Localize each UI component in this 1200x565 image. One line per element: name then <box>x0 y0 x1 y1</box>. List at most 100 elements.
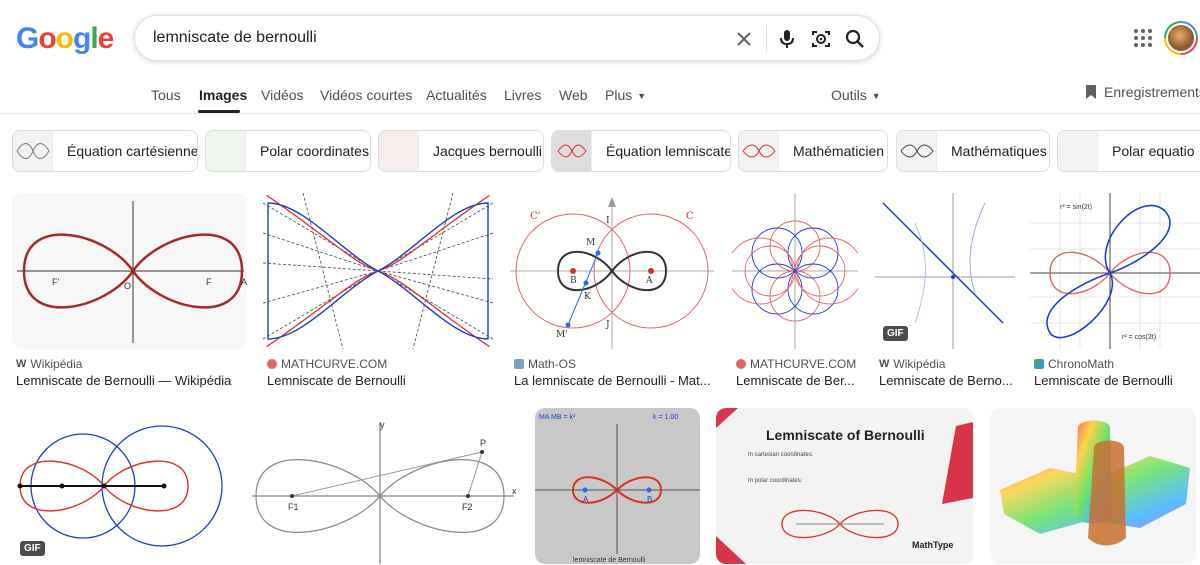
bookmark-icon <box>1086 85 1096 99</box>
active-tab-indicator <box>198 110 240 113</box>
search-icon[interactable] <box>843 27 867 51</box>
caret-down-icon: ▼ <box>871 91 881 102</box>
image-result[interactable]: GIF <box>12 408 232 564</box>
diagram-label: r² = sin(2t) <box>1060 204 1092 211</box>
apps-grid-icon[interactable] <box>1132 27 1154 49</box>
tab-actualites[interactable]: Actualités <box>426 87 487 103</box>
chronomath-icon <box>1034 359 1044 369</box>
tab-plus[interactable]: Plus ▼ <box>605 87 646 103</box>
google-logo[interactable]: Google <box>16 22 115 56</box>
diagram-label: F1 <box>288 502 299 512</box>
result-thumbnail[interactable]: r² = sin(2t) r² = cos(2t) <box>1030 193 1200 349</box>
diagram-label: A <box>645 276 653 286</box>
result-thumbnail[interactable] <box>263 193 493 349</box>
saves-button[interactable]: Enregistrements <box>1084 84 1200 100</box>
tab-images[interactable]: Images <box>199 87 247 103</box>
chip-polar-coordinates[interactable]: Polar coordinates <box>205 130 371 172</box>
avatar[interactable] <box>1164 21 1198 55</box>
card-heading: Lemniscate of Bernoulli <box>766 427 925 443</box>
chip-equation-cartesienne[interactable]: Équation cartésienne <box>12 130 198 172</box>
image-result[interactable]: MATHCURVE.COM Lemniscate de Bernoulli <box>263 193 493 393</box>
result-title[interactable]: Lemniscate de Bernoulli <box>1034 373 1200 388</box>
close-icon[interactable] <box>732 27 756 51</box>
chip-thumbnail <box>1058 131 1098 171</box>
result-thumbnail[interactable]: F' O F A <box>12 193 247 349</box>
result-thumbnail[interactable]: Lemniscate of Bernoulli In cartesian coo… <box>716 408 973 564</box>
chip-thumbnail <box>897 131 937 171</box>
microphone-icon[interactable] <box>775 27 799 51</box>
logo-letter: o <box>55 22 74 55</box>
logo-letter: g <box>73 22 91 55</box>
camera-icon[interactable] <box>809 27 833 51</box>
search-divider <box>766 26 767 52</box>
gif-badge: GIF <box>883 326 908 341</box>
image-result[interactable]: C' C I M B A K J M' Math-OS La lemniscat… <box>510 193 714 393</box>
logo-letter: e <box>97 22 115 55</box>
result-thumbnail[interactable] <box>990 408 1196 564</box>
chip-thumbnail <box>552 131 592 171</box>
chip-thumbnail <box>13 131 53 171</box>
tab-tous[interactable]: Tous <box>151 87 181 103</box>
tab-videos[interactable]: Vidéos <box>261 87 304 103</box>
source-name: Wikipédia <box>30 357 83 371</box>
chip-label: Polar equatio <box>1112 143 1195 159</box>
result-thumbnail[interactable]: GIF <box>12 408 232 564</box>
diagram-label: x <box>512 486 517 496</box>
chip-label: Équation cartésienne <box>67 143 198 159</box>
source-name: Math-OS <box>528 357 577 371</box>
chip-mathematiques[interactable]: Mathématiques <box>896 130 1050 172</box>
result-title[interactable]: Lemniscate de Bernoulli — Wikipédia <box>16 373 244 388</box>
diagram-label: J <box>605 320 610 330</box>
result-title[interactable]: Lemniscate de Ber... <box>736 373 858 388</box>
search-tabs: Tous Images Vidéos Vidéos courtes Actual… <box>0 76 1200 114</box>
math-os-icon <box>514 359 524 369</box>
chip-mathematicien[interactable]: Mathématicien <box>738 130 888 172</box>
source-name: ChronoMath <box>1048 357 1115 371</box>
search-input[interactable]: lemniscate de bernoulli <box>153 29 317 47</box>
mathtype-logo: MathType <box>912 540 953 550</box>
diagram-label: C' <box>530 211 540 222</box>
result-thumbnail[interactable]: C' C I M B A K J M' <box>510 193 714 349</box>
diagram-label: A <box>241 277 247 287</box>
image-result[interactable]: Lemniscate of Bernoulli In cartesian coo… <box>716 408 973 564</box>
diagram-label: I <box>606 216 610 226</box>
chip-label: Polar coordinates <box>260 143 369 159</box>
image-result[interactable]: A B MA MB = k² k = 1.00 lemniscate de Be… <box>535 408 700 564</box>
chip-label: Mathématiques <box>951 143 1047 159</box>
image-result[interactable]: y x P F1 F2 <box>248 408 519 564</box>
diagram-label: P <box>480 438 486 448</box>
result-title[interactable]: La lemniscate de Bernoulli - Mat... <box>514 373 714 388</box>
image-result[interactable] <box>990 408 1196 564</box>
logo-letter: G <box>16 22 39 55</box>
logo-letter: o <box>38 22 56 55</box>
chip-equation-lemniscate[interactable]: Équation lemniscate <box>551 130 731 172</box>
search-box[interactable]: lemniscate de bernoulli <box>134 15 880 61</box>
result-thumbnail[interactable]: A B MA MB = k² k = 1.00 lemniscate de Be… <box>535 408 700 564</box>
image-result[interactable]: r² = sin(2t) r² = cos(2t) ChronoMath Lem… <box>1030 193 1200 393</box>
image-result[interactable]: MATHCURVE.COM Lemniscate de Ber... <box>732 193 858 393</box>
result-title[interactable]: Lemniscate de Bernoulli <box>267 373 492 388</box>
image-result[interactable]: GIF W Wikipédia Lemniscate de Berno... <box>875 193 1015 393</box>
caption-left: MA MB = k² <box>539 414 576 421</box>
result-title[interactable]: Lemniscate de Berno... <box>879 373 1015 388</box>
chip-thumbnail <box>206 131 246 171</box>
chip-thumbnail <box>379 131 419 171</box>
image-result[interactable]: F' O F A W Wikipédia Lemniscate de Bernou… <box>12 193 247 393</box>
tab-web[interactable]: Web <box>559 87 588 103</box>
filter-chips: Équation cartésienne Polar coordinates J… <box>12 130 1200 172</box>
tab-videos-courtes[interactable]: Vidéos courtes <box>320 87 412 103</box>
saves-label: Enregistrements <box>1104 84 1200 100</box>
wikipedia-icon: W <box>16 358 27 370</box>
wikipedia-icon: W <box>879 358 890 370</box>
tab-livres[interactable]: Livres <box>504 87 541 103</box>
diagram-label: C <box>686 211 694 222</box>
logo-letter: l <box>90 22 98 55</box>
result-thumbnail[interactable]: GIF <box>875 193 1015 349</box>
result-thumbnail[interactable] <box>732 193 858 349</box>
chip-polar-equation[interactable]: Polar equatio <box>1057 130 1200 172</box>
result-thumbnail[interactable]: y x P F1 F2 <box>248 408 519 564</box>
chip-jacques-bernoulli[interactable]: Jacques bernoulli <box>378 130 544 172</box>
caret-down-icon: ▼ <box>637 91 647 102</box>
diagram-label: M <box>586 238 595 248</box>
tools-button[interactable]: Outils ▼ <box>831 87 881 103</box>
